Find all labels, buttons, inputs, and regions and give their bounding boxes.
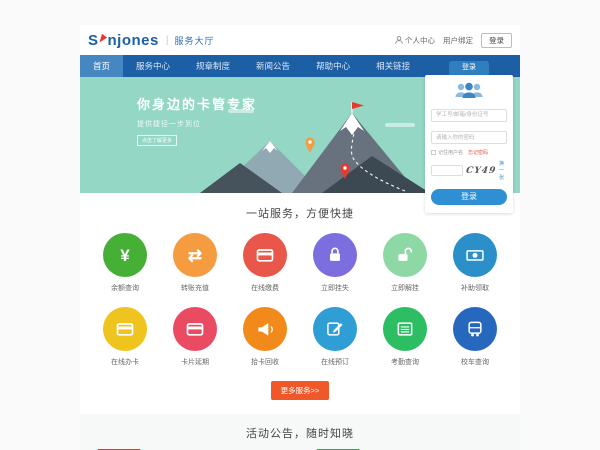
- services-section: 一站服务，方便快捷 ¥ 余额查询 ⇄ 转账充值: [80, 193, 520, 414]
- top-header: S njones | 服务大厅 个人中心 用户绑定 登录: [80, 25, 520, 55]
- service-circle: ¥: [103, 233, 147, 277]
- lock-icon: [325, 245, 345, 265]
- transfer-icon: ⇄: [188, 247, 202, 264]
- users-group-icon: [453, 82, 485, 99]
- service-online-card-application[interactable]: 在线办卡: [90, 307, 160, 367]
- service-label: 卡片延期: [160, 357, 230, 367]
- service-circle: [243, 307, 287, 351]
- user-binding-link[interactable]: 用户绑定: [443, 35, 473, 46]
- service-circle: [453, 233, 497, 277]
- service-circle: [383, 307, 427, 351]
- banknote-icon: [465, 245, 485, 265]
- bus-icon: [465, 319, 485, 339]
- nav-item-news[interactable]: 新闻公告: [243, 55, 303, 77]
- login-panel: 登录 记住用户名 忘记密码: [425, 61, 513, 213]
- service-card-extension[interactable]: 卡片延期: [160, 307, 230, 367]
- service-circle: ⇄: [173, 233, 217, 277]
- service-label: 立即挂失: [300, 283, 370, 293]
- header-login-button[interactable]: 登录: [481, 33, 512, 48]
- service-circle: [313, 307, 357, 351]
- password-input[interactable]: [431, 131, 507, 144]
- cloud-icon: [228, 109, 254, 113]
- forgot-password-link[interactable]: 忘记密码: [468, 149, 488, 156]
- service-online-booking[interactable]: 在线预订: [300, 307, 370, 367]
- logo-text-rest: njones: [108, 32, 159, 49]
- service-circle: [243, 233, 287, 277]
- login-tab[interactable]: 登录: [449, 61, 489, 75]
- service-subsidy-collection[interactable]: 补助领取: [440, 233, 510, 293]
- remember-checkbox[interactable]: [431, 150, 436, 155]
- more-services-button[interactable]: 更多服务>>: [271, 381, 330, 400]
- announcements-title: 活动公告，随时知晓: [80, 425, 520, 441]
- services-grid: ¥ 余额查询 ⇄ 转账充值 在线缴费: [90, 233, 510, 367]
- service-circle: [103, 307, 147, 351]
- service-label: 补助领取: [440, 283, 510, 293]
- service-cancel-loss[interactable]: 立即解挂: [370, 233, 440, 293]
- service-label: 考勤查询: [370, 357, 440, 367]
- remember-label: 记住用户名: [438, 149, 463, 156]
- nav-item-help-center[interactable]: 帮助中心: [303, 55, 363, 77]
- unlock-icon: [395, 245, 415, 265]
- login-submit-button[interactable]: 登录: [431, 189, 507, 205]
- service-label: 转账充值: [160, 283, 230, 293]
- edit-icon: [325, 319, 345, 339]
- captcha-input[interactable]: [431, 165, 463, 176]
- logo-arrow-icon: [99, 34, 107, 44]
- service-label: 在线办卡: [90, 357, 160, 367]
- service-circle: [313, 233, 357, 277]
- bank-card-icon: [255, 245, 275, 265]
- personal-center-link[interactable]: 个人中心: [395, 35, 435, 46]
- service-label: 在线预订: [300, 357, 370, 367]
- logo-divider: |: [166, 35, 169, 46]
- nav-item-service-center[interactable]: 服务中心: [123, 55, 183, 77]
- site-logo[interactable]: S njones | 服务大厅: [88, 32, 214, 49]
- personal-center-label: 个人中心: [405, 35, 435, 46]
- service-label: 立即解挂: [370, 283, 440, 293]
- nav-item-home[interactable]: 首页: [80, 55, 123, 77]
- remember-row: 记住用户名 忘记密码: [431, 149, 507, 156]
- hero-banner: 你身边的卡管专家 提供捷径一步到位 点击了解更多 登录: [80, 77, 520, 193]
- service-balance-inquiry[interactable]: ¥ 余额查询: [90, 233, 160, 293]
- flag-icon: [352, 102, 364, 109]
- service-label: 拾卡回收: [230, 357, 300, 367]
- captcha-image: CY49: [465, 166, 497, 176]
- service-circle: [453, 307, 497, 351]
- service-school-bus-inquiry[interactable]: 校车查询: [440, 307, 510, 367]
- logo-text-s: S: [88, 32, 99, 49]
- service-label: 余额查询: [90, 283, 160, 293]
- header-right: 个人中心 用户绑定 登录: [395, 33, 512, 48]
- nav-item-rules[interactable]: 规章制度: [183, 55, 243, 77]
- captcha-refresh-link[interactable]: 换一张: [499, 160, 507, 181]
- nav-item-related-links[interactable]: 相关链接: [363, 55, 423, 77]
- map-pin-dot: [308, 140, 311, 143]
- megaphone-icon: [255, 319, 275, 339]
- service-transfer-recharge[interactable]: ⇄ 转账充值: [160, 233, 230, 293]
- username-input[interactable]: [431, 109, 507, 122]
- service-card-recovery[interactable]: 拾卡回收: [230, 307, 300, 367]
- map-pin-dot: [343, 166, 346, 169]
- cloud-icon: [385, 123, 415, 127]
- bank-card-icon: [115, 319, 135, 339]
- service-circle: [383, 233, 427, 277]
- list-icon: [395, 319, 415, 339]
- login-form: 记住用户名 忘记密码 CY49 换一张 登录: [425, 75, 513, 213]
- service-online-payment[interactable]: 在线缴费: [230, 233, 300, 293]
- service-label: 校车查询: [440, 357, 510, 367]
- captcha-row: CY49 换一张: [431, 160, 507, 181]
- announcements-section: 活动公告，随时知晓 使用指南 最新公告 更多>> 使用指南 更多>>: [80, 414, 520, 450]
- mountain-illustration: [200, 101, 430, 193]
- user-binding-label: 用户绑定: [443, 35, 473, 46]
- hero-cta-button[interactable]: 点击了解更多: [137, 135, 177, 146]
- service-attendance-inquiry[interactable]: 考勤查询: [370, 307, 440, 367]
- service-circle: [173, 307, 217, 351]
- yuan-icon: ¥: [120, 247, 129, 264]
- service-label: 在线缴费: [230, 283, 300, 293]
- page: S njones | 服务大厅 个人中心 用户绑定 登录 首页 服务中心 规章制…: [80, 0, 520, 450]
- user-icon: [395, 36, 403, 44]
- service-report-loss[interactable]: 立即挂失: [300, 233, 370, 293]
- site-name: 服务大厅: [174, 34, 214, 47]
- bank-card-icon: [185, 319, 205, 339]
